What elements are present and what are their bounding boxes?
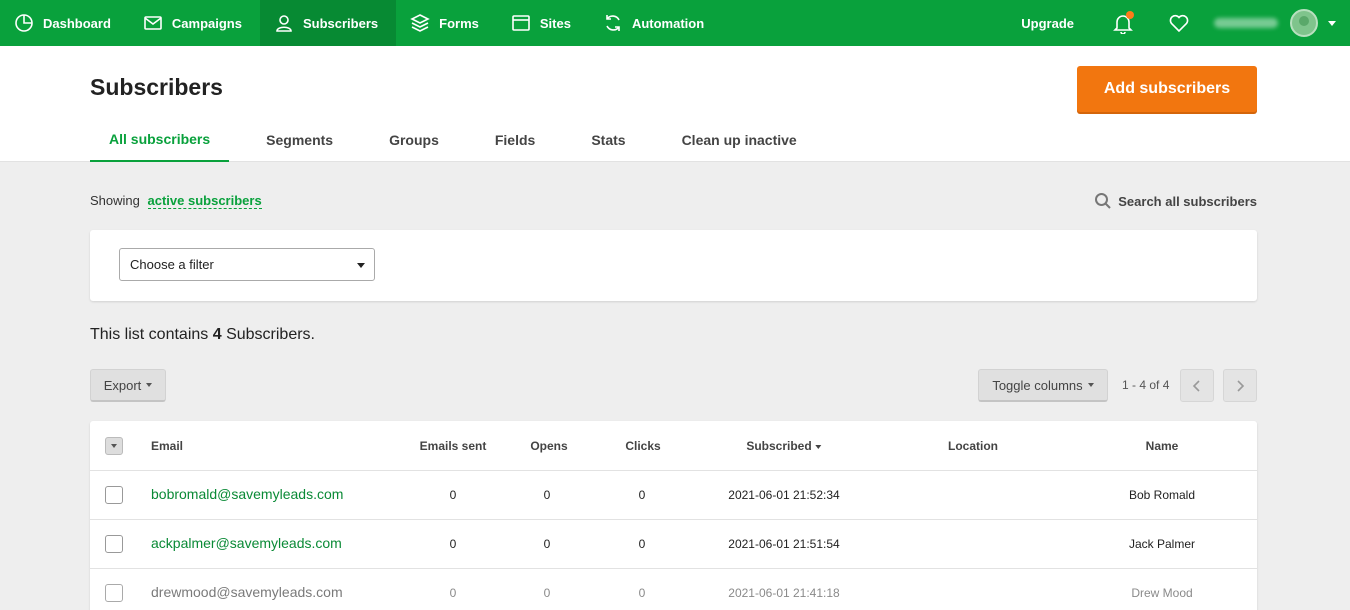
nav-item-subscribers[interactable]: Subscribers [259,0,397,46]
export-label: Export [103,377,142,393]
nav-item-sites[interactable]: Sites [497,0,589,46]
add-subscribers-button[interactable]: Add subscribers [1077,66,1257,112]
notifications-button[interactable] [1112,11,1134,35]
subscribed-date: 2021-06-01 21:52:34 [728,488,840,502]
subscribed-date: 2021-06-01 21:41:18 [728,586,840,600]
column-header-location[interactable]: Location [948,439,998,453]
layers-icon [410,14,430,32]
heart-icon[interactable] [1168,12,1190,34]
count-suffix: Subscribers. [226,326,315,343]
account-chevron-down-icon[interactable] [1328,20,1336,26]
user-icon [276,15,292,32]
dashboard-icon [15,14,33,32]
nav-item-label: Subscribers [302,15,379,31]
tab-clean-up-inactive[interactable]: Clean up inactive [663,118,816,162]
upgrade-link[interactable]: Upgrade [1021,16,1074,31]
row-checkbox[interactable] [105,486,123,504]
refresh-icon [606,15,620,31]
caret-down-icon [1087,383,1094,387]
column-header-opens[interactable]: Opens [530,439,567,453]
search-label: Search all subscribers [1118,193,1257,209]
chevron-left-icon [1192,379,1200,392]
sort-caret-down-icon [815,444,822,449]
page-title: Subscribers [90,74,223,100]
notification-dot [1126,11,1134,19]
export-button[interactable]: Export [90,369,166,402]
subscriber-email-link[interactable]: bobromald@savemyleads.com [151,486,343,502]
top-navigation: Dashboard Campaigns Subscribers Forms Si… [0,0,1350,46]
nav-item-dashboard[interactable]: Dashboard [0,0,129,46]
subscriber-tabs: All subscribers Segments Groups Fields S… [90,118,834,162]
subscribed-date: 2021-06-01 21:51:54 [728,537,840,551]
search-icon [1095,193,1111,209]
emails-sent-value: 0 [449,537,457,551]
emails-sent-value: 0 [449,488,457,502]
envelope-icon [144,16,162,30]
caret-down-icon [357,263,365,268]
active-subscribers-link[interactable]: active subscribers [147,193,262,209]
count-prefix: This list contains [90,326,209,343]
nav-right-group: Upgrade [1021,0,1350,46]
tab-all-subscribers[interactable]: All subscribers [90,118,230,162]
clicks-value: 0 [638,537,646,551]
nav-item-label: Automation [631,15,705,31]
subscribers-table: Email Emails sent Opens Clicks Subscribe… [90,421,1257,610]
subscriber-email-link[interactable]: ackpalmer@savemyleads.com [151,535,342,551]
filter-select-value: Choose a filter [130,257,214,272]
select-all-checkbox[interactable] [105,437,123,455]
nav-item-campaigns[interactable]: Campaigns [129,0,260,46]
row-checkbox[interactable] [105,535,123,553]
subscriber-email-link[interactable]: drewmood@savemyleads.com [151,584,343,600]
opens-value: 0 [543,488,551,502]
subscribed-header-label: Subscribed [746,439,812,453]
nav-item-label: Forms [439,15,479,31]
column-header-name[interactable]: Name [1146,439,1179,453]
tab-segments[interactable]: Segments [247,118,352,162]
tab-stats[interactable]: Stats [572,118,644,162]
search-all-subscribers-link[interactable]: Search all subscribers [1094,192,1257,210]
chevron-right-icon [1237,379,1245,392]
subscriber-count: 4 [212,326,222,343]
opens-value: 0 [543,537,551,551]
subscriber-name: Bob Romald [1128,488,1196,502]
nav-item-forms[interactable]: Forms [396,0,497,46]
nav-item-label: Campaigns [171,15,242,31]
column-header-emails-sent[interactable]: Emails sent [420,439,487,453]
browser-window-icon [512,15,530,31]
account-name-blurred[interactable] [1214,18,1278,28]
showing-line: Showing active subscribers [90,193,262,209]
previous-page-button[interactable] [1180,369,1214,402]
nav-item-label: Sites [539,15,571,31]
row-checkbox[interactable] [105,584,123,602]
emails-sent-value: 0 [449,586,457,600]
toggle-columns-button[interactable]: Toggle columns [978,369,1108,402]
clicks-value: 0 [638,586,646,600]
toggle-columns-label: Toggle columns [992,377,1083,393]
page-header: Subscribers Add subscribers All subscrib… [0,46,1350,162]
caret-down-icon [146,383,153,387]
column-header-subscribed[interactable]: Subscribed [746,439,822,453]
tab-groups[interactable]: Groups [370,118,458,162]
next-page-button[interactable] [1223,369,1257,402]
filter-panel: Choose a filter [90,230,1257,301]
nav-item-automation[interactable]: Automation [589,0,722,46]
filter-select[interactable]: Choose a filter [119,248,375,281]
table-row[interactable]: bobromald@savemyleads.com 0 0 0 2021-06-… [90,471,1257,520]
subscriber-name: Jack Palmer [1128,537,1196,551]
clicks-value: 0 [638,488,646,502]
subscriber-name: Drew Mood [1131,586,1193,600]
caret-down-icon [111,444,117,448]
table-row[interactable]: ackpalmer@savemyleads.com 0 0 0 2021-06-… [90,520,1257,569]
avatar[interactable] [1290,9,1318,37]
pagination-range: 1 - 4 of 4 [1122,378,1170,392]
table-row[interactable]: drewmood@savemyleads.com 0 0 0 2021-06-0… [90,569,1257,610]
tab-fields[interactable]: Fields [476,118,554,162]
opens-value: 0 [543,586,551,600]
subscriber-count-line: This list contains 4 Subscribers. [90,326,315,344]
column-header-email[interactable]: Email [151,439,183,453]
nav-item-label: Dashboard [43,15,111,31]
column-header-clicks[interactable]: Clicks [625,439,660,453]
table-header: Email Emails sent Opens Clicks Subscribe… [90,421,1257,471]
showing-prefix: Showing [90,193,140,208]
